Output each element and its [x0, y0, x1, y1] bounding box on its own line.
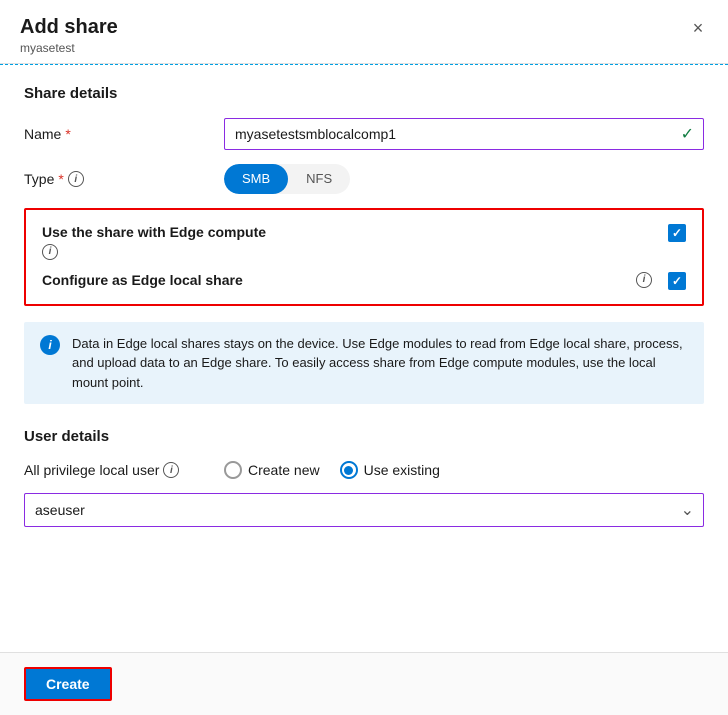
type-row: Type * i SMB NFS: [24, 164, 704, 194]
edge-compute-sub: i: [42, 242, 652, 260]
name-input[interactable]: [224, 118, 704, 150]
info-banner: i Data in Edge local shares stays on the…: [24, 322, 704, 405]
required-star: *: [65, 126, 70, 142]
privilege-info-icon[interactable]: i: [163, 462, 179, 478]
radio-use-existing-circle: [340, 461, 358, 479]
type-label: Type * i: [24, 171, 224, 187]
privilege-label: All privilege local user i: [24, 462, 224, 478]
edge-compute-row: Use the share with Edge compute i: [42, 224, 686, 260]
share-details-title: Share details: [24, 85, 704, 102]
info-banner-text: Data in Edge local shares stays on the d…: [72, 334, 688, 393]
name-input-wrapper: ✓: [224, 118, 704, 150]
type-option-nfs[interactable]: NFS: [288, 164, 350, 194]
name-row: Name * ✓: [24, 118, 704, 150]
edge-compute-checkbox[interactable]: [668, 224, 686, 242]
privilege-row: All privilege local user i Create new Us…: [24, 461, 704, 479]
dialog-title: Add share: [20, 16, 708, 39]
radio-create-new[interactable]: Create new: [224, 461, 320, 479]
name-label: Name *: [24, 126, 224, 142]
user-select-wrapper: aseuser ⌄: [24, 493, 704, 527]
dialog-header: Add share myasetest ×: [0, 0, 728, 64]
type-required-star: *: [58, 171, 63, 187]
user-select[interactable]: aseuser: [24, 493, 704, 527]
radio-create-new-circle: [224, 461, 242, 479]
type-info-icon[interactable]: i: [68, 171, 84, 187]
edge-compute-box: Use the share with Edge compute i Config…: [24, 208, 704, 306]
dialog-subtitle: myasetest: [20, 41, 708, 55]
create-button[interactable]: Create: [24, 667, 112, 701]
radio-group: Create new Use existing: [224, 461, 440, 479]
radio-use-existing[interactable]: Use existing: [340, 461, 440, 479]
dialog-footer: Create: [0, 652, 728, 715]
info-banner-icon: i: [40, 335, 60, 355]
user-details-title: User details: [24, 428, 704, 445]
edge-local-info-icon[interactable]: i: [636, 272, 652, 288]
dialog-body: Share details Name * ✓ Type * i SMB NFS: [0, 65, 728, 652]
radio-dot: [344, 466, 353, 475]
close-button[interactable]: ×: [684, 14, 712, 42]
edge-local-label: Configure as Edge local share: [42, 272, 630, 288]
edge-local-row: Configure as Edge local share i: [42, 272, 686, 290]
radio-create-new-label: Create new: [248, 462, 320, 478]
check-icon: ✓: [681, 124, 694, 144]
edge-local-checkbox[interactable]: [668, 272, 686, 290]
type-option-smb[interactable]: SMB: [224, 164, 288, 194]
edge-compute-info-icon[interactable]: i: [42, 244, 58, 260]
type-toggle-group: SMB NFS: [224, 164, 350, 194]
add-share-dialog: Add share myasetest × Share details Name…: [0, 0, 728, 715]
edge-compute-label: Use the share with Edge compute: [42, 224, 652, 240]
radio-use-existing-label: Use existing: [364, 462, 440, 478]
